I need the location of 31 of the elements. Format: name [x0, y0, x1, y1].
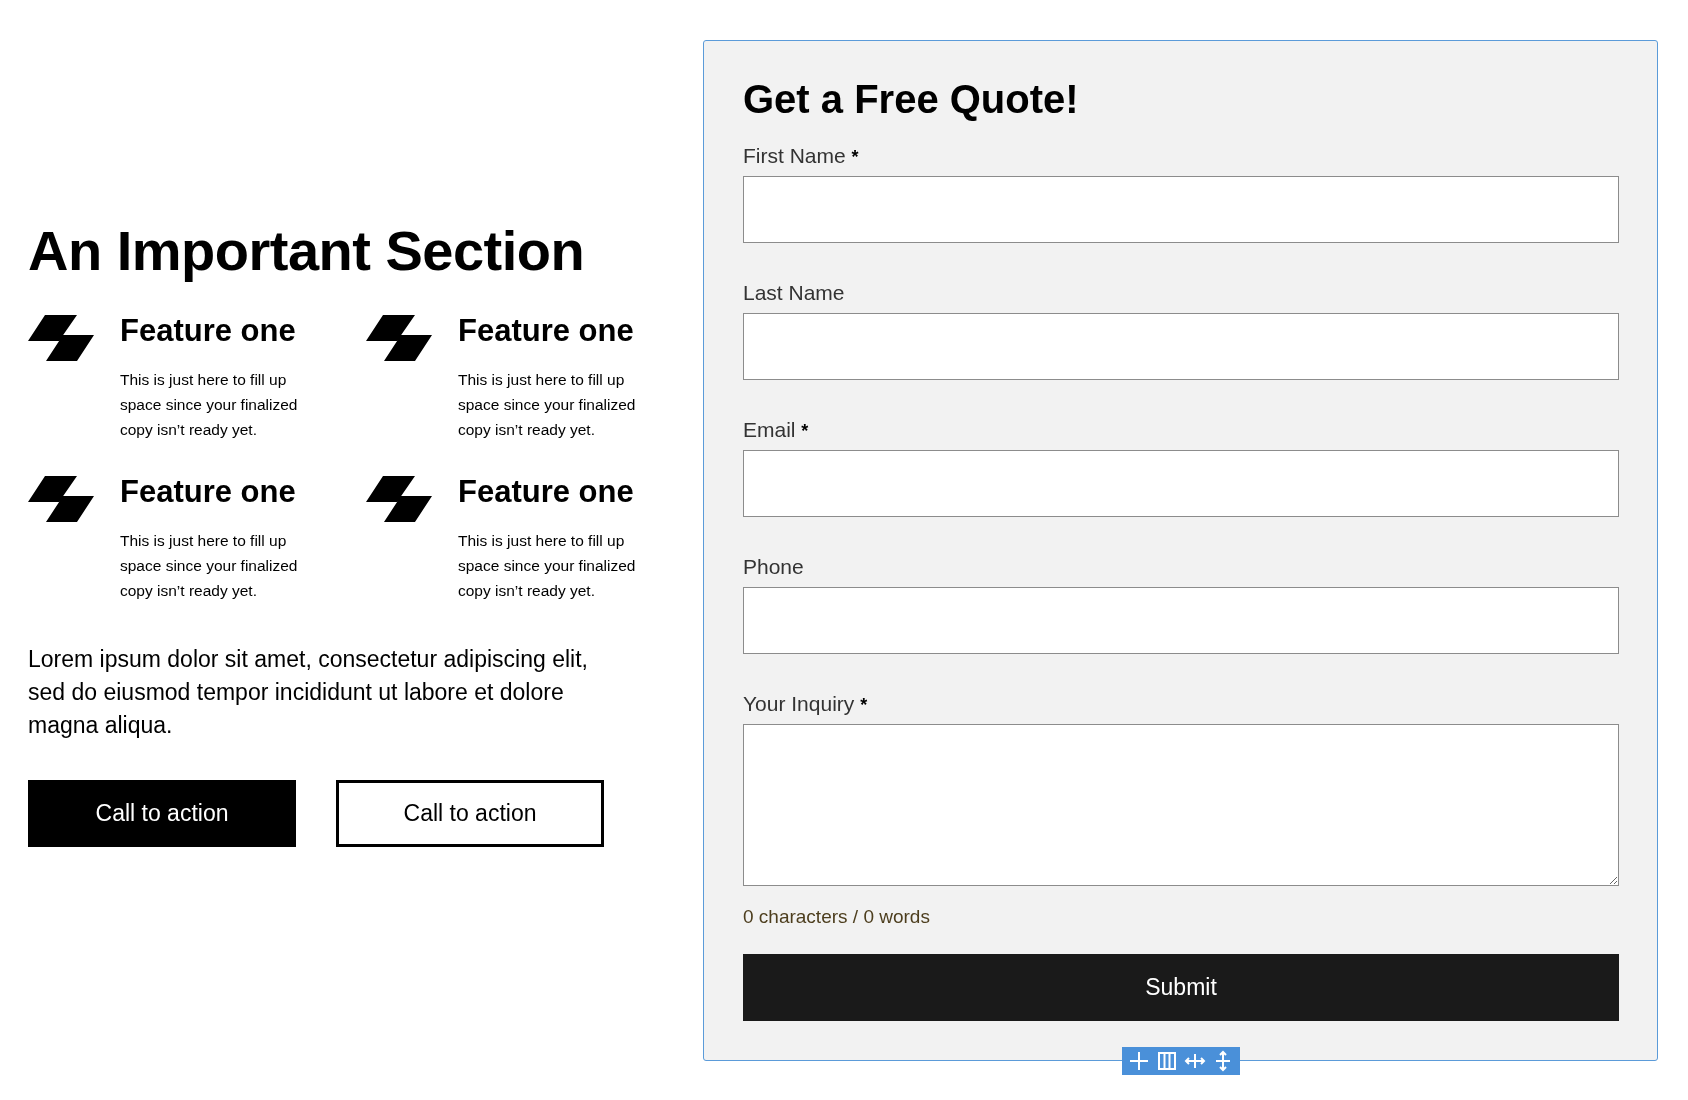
field-label: Phone: [743, 555, 805, 579]
parallelogram-icon: [366, 476, 432, 524]
input-field[interactable]: [743, 176, 1619, 243]
field-label: Email *: [743, 418, 810, 442]
feature-description: This is just here to fill up space since your finalized copy isn’t ready yet.: [120, 370, 299, 440]
feature-description: This is just here to fill up space since your finalized copy isn’t ready yet.: [120, 531, 299, 601]
feature-title: Feature one: [458, 313, 635, 349]
add-icon[interactable]: [1128, 1050, 1150, 1072]
body-paragraph: Lorem ipsum dolor sit amet, consectetur adipiscing elit, sed do eiusmod tempor incididunt ut labore et dolore magna aliqua.: [28, 645, 589, 740]
input-field[interactable]: [743, 587, 1619, 654]
input-field[interactable]: [743, 450, 1619, 517]
field-label: Your Inquiry *: [743, 692, 869, 716]
parallelogram-icon: [28, 315, 94, 363]
submit-button[interactable]: Submit: [743, 954, 1619, 1021]
input-field[interactable]: [743, 313, 1619, 380]
field-label: Last Name: [743, 281, 846, 305]
feature-title: Feature one: [120, 313, 297, 349]
inquiry-field[interactable]: [743, 724, 1619, 886]
feature-description: This is just here to fill up space since your finalized copy isn’t ready yet.: [458, 531, 637, 601]
feature-title: Feature one: [458, 474, 635, 510]
call-to-action-button[interactable]: Call to action: [336, 780, 604, 847]
parallelogram-icon: [28, 476, 94, 524]
feature-title: Feature one: [120, 474, 297, 510]
section-heading: An Important Section: [28, 218, 586, 283]
character-counter: 0 characters / 0 words: [743, 906, 931, 928]
field-label: First Name *: [743, 144, 860, 168]
columns-icon[interactable]: [1156, 1050, 1178, 1072]
call-to-action-button[interactable]: Call to action: [28, 780, 296, 847]
feature-description: This is just here to fill up space since your finalized copy isn’t ready yet.: [458, 370, 637, 440]
form-title: Get a Free Quote!: [743, 77, 1080, 122]
parallelogram-icon: [366, 315, 432, 363]
